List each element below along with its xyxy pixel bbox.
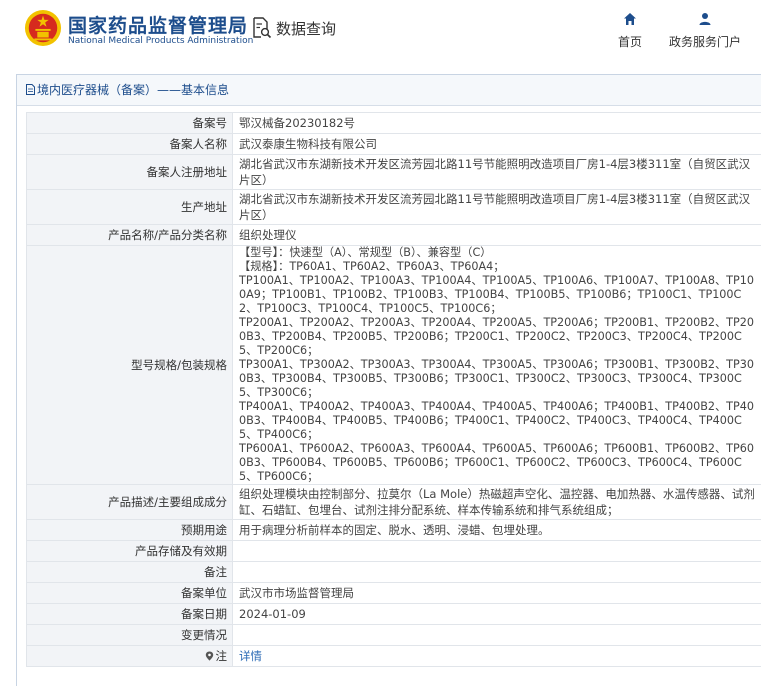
row-label: 备案人名称 [27,134,233,155]
table-row-models: 型号规格/包装规格 【型号】：快速型（A）、常规型（B）、兼容型（C） 【规格】… [27,246,761,485]
table-row-storage: 产品存储及有效期 [27,541,761,562]
user-icon [698,12,712,26]
table-row-authority: 备案单位 武汉市市场监督管理局 [27,583,761,604]
nav-home[interactable]: 首页 [612,12,648,50]
filing-date: 2024-01-09 [233,604,761,625]
org-name-en: National Medical Products Administration [68,36,253,46]
row-label: 注 [216,649,228,663]
panel-title: 境内医疗器械（备案）——基本信息 [17,75,761,106]
remarks [233,562,761,583]
registered-address: 湖北省武汉市东湖新技术开发区流芳园北路11号节能照明改造项目厂房1-4层3楼31… [233,155,761,190]
section-title: 数据查询 [276,18,336,39]
row-label: 备案单位 [27,583,233,604]
record-number: 鄂汉械备20230182号 [233,113,761,134]
row-label: 产品名称/产品分类名称 [27,225,233,246]
table-row-description: 产品描述/主要组成成分 组织处理模块由控制部分、拉莫尔（La Mole）热磁超声… [27,485,761,520]
table-row-intended-use: 预期用途 用于病理分析前样本的固定、脱水、透明、浸蜡、包埋处理。 [27,520,761,541]
note-label-cell: 注 [27,646,233,667]
row-label: 产品存储及有效期 [27,541,233,562]
details-link[interactable]: 详情 [239,649,262,663]
storage-validity [233,541,761,562]
row-label: 备案日期 [27,604,233,625]
table-row-note: 注 详情 [27,646,761,667]
site-header: 国家药品监督管理局 National Medical Products Admi… [0,0,761,66]
national-emblem-icon [24,9,62,47]
table-row-remarks: 备注 [27,562,761,583]
map-pin-icon [205,651,214,661]
registrant-name: 武汉泰康生物科技有限公司 [233,134,761,155]
row-label: 生产地址 [27,190,233,225]
table-row-product-name: 产品名称/产品分类名称 组织处理仪 [27,225,761,246]
filing-authority: 武汉市市场监督管理局 [233,583,761,604]
table-row-record-no: 备案号 鄂汉械备20230182号 [27,113,761,134]
document-icon [26,84,35,95]
row-label: 预期用途 [27,520,233,541]
data-query-brand[interactable]: 数据查询 [252,17,336,39]
model-specs: 【型号】：快速型（A）、常规型（B）、兼容型（C） 【规格】：TP60A1、TP… [233,246,761,485]
row-label: 变更情况 [27,625,233,646]
row-label: 型号规格/包装规格 [27,246,233,485]
panel-title-text: 境内医疗器械（备案）——基本信息 [37,83,229,97]
row-label: 备注 [27,562,233,583]
row-label: 备案人注册地址 [27,155,233,190]
table-row-reg-address: 备案人注册地址 湖北省武汉市东湖新技术开发区流芳园北路11号节能照明改造项目厂房… [27,155,761,190]
table-row-production-address: 生产地址 湖北省武汉市东湖新技术开发区流芳园北路11号节能照明改造项目厂房1-4… [27,190,761,225]
document-search-icon [252,17,272,39]
nav-service-portal[interactable]: 政务服务门户 [664,12,746,50]
product-name: 组织处理仪 [233,225,761,246]
table-row-registrant: 备案人名称 武汉泰康生物科技有限公司 [27,134,761,155]
row-label: 产品描述/主要组成成分 [27,485,233,520]
product-description: 组织处理模块由控制部分、拉莫尔（La Mole）热磁超声空化、温控器、电加热器、… [233,485,761,520]
production-address: 湖北省武汉市东湖新技术开发区流芳园北路11号节能照明改造项目厂房1-4层3楼31… [233,190,761,225]
record-table: 备案号 鄂汉械备20230182号 备案人名称 武汉泰康生物科技有限公司 备案人… [26,112,761,667]
home-icon [623,12,637,26]
table-row-date: 备案日期 2024-01-09 [27,604,761,625]
nav-home-label: 首页 [618,35,642,49]
row-label: 备案号 [27,113,233,134]
change-history [233,625,761,646]
nav-portal-label: 政务服务门户 [669,35,741,49]
org-name-cn: 国家药品监督管理局 [68,11,248,38]
intended-use: 用于病理分析前样本的固定、脱水、透明、浸蜡、包埋处理。 [233,520,761,541]
table-row-changes: 变更情况 [27,625,761,646]
record-panel: 境内医疗器械（备案）——基本信息 备案号 鄂汉械备20230182号 备案人名称… [16,74,761,686]
